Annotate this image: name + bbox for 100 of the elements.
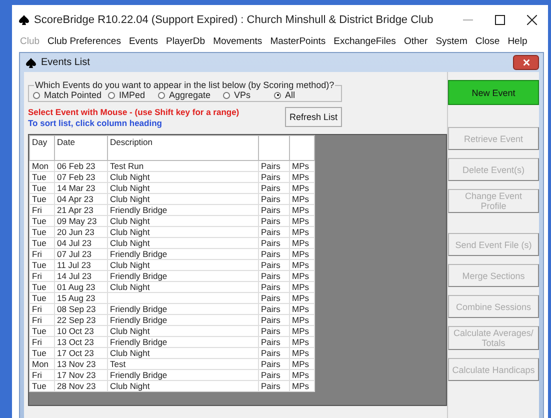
table-cell: Fri (30, 204, 54, 216)
spade-icon (26, 58, 36, 68)
table-cell: Club Night (108, 348, 258, 358)
menu-item[interactable]: Club Preferences (44, 36, 125, 47)
table-cell: Tue (30, 326, 54, 336)
table-cell: 14 Mar 23 (54, 182, 108, 194)
radio-option[interactable]: All (274, 90, 296, 100)
table-cell: Friendly Bridge (108, 270, 258, 282)
column-header[interactable]: Date (54, 136, 108, 160)
table-cell: 07 Feb 23 (54, 172, 108, 182)
close-button[interactable] (513, 55, 539, 70)
menu-item[interactable]: Help (504, 36, 532, 47)
table-cell: Club Night (108, 326, 258, 336)
spade-icon (19, 14, 29, 24)
table-cell: Club Night (108, 380, 258, 392)
table-cell: Pairs (258, 282, 290, 292)
table-cell: Pairs (258, 370, 290, 380)
group-label: Which Events do you want to appear in the list below (by Scoring method)? (34, 80, 336, 90)
window-title: ScoreBridge R10.22.04 (Support Expired) : Church Minshull & District Bridge Club (34, 14, 434, 26)
dialog-title: Events List (41, 57, 91, 68)
table-cell: Club Night (108, 216, 258, 226)
table-cell: Club Night (108, 238, 258, 248)
menu-item[interactable]: PlayerDb (162, 36, 210, 47)
table-cell: Tue (30, 182, 54, 194)
menu-item[interactable]: MasterPoints (266, 36, 330, 47)
table-cell: MPs (290, 270, 314, 282)
radio-option[interactable]: VPs (223, 90, 274, 100)
table-cell: Pairs (258, 348, 290, 358)
table-cell: Mon (30, 160, 54, 172)
table-cell: 13 Nov 23 (54, 358, 108, 370)
table-cell: Club Night (108, 226, 258, 238)
table-cell: MPs (290, 238, 314, 248)
table-cell: MPs (290, 204, 314, 216)
table-cell: Friendly Bridge (108, 370, 258, 380)
table-cell: MPs (290, 160, 314, 172)
table-cell: Pairs (258, 248, 290, 260)
table-cell: Friendly Bridge (108, 336, 258, 348)
table-cell: Pairs (258, 204, 290, 216)
table-cell: 08 Sep 23 (54, 304, 108, 314)
table-cell: Club Night (108, 282, 258, 292)
radio-option[interactable]: IMPed (108, 90, 158, 100)
table-cell: Pairs (258, 172, 290, 182)
table-cell: Club Night (108, 182, 258, 194)
table-cell: Tue (30, 380, 54, 392)
table-cell: Pairs (258, 216, 290, 226)
table-cell: Fri (30, 304, 54, 314)
table-cell: Pairs (258, 326, 290, 336)
menu-item[interactable]: Other (400, 36, 432, 47)
table-cell: 06 Feb 23 (54, 160, 108, 172)
table-cell: Pairs (258, 226, 290, 238)
table-cell: Pairs (258, 314, 290, 326)
table-cell: Test (108, 358, 258, 370)
table-cell: Tue (30, 238, 54, 248)
table-cell: Friendly Bridge (108, 304, 258, 314)
table-cell: 17 Nov 23 (54, 370, 108, 380)
table-cell: 10 Oct 23 (54, 326, 108, 336)
table-cell: Pairs (258, 160, 290, 172)
menu-item[interactable]: System (432, 36, 472, 47)
menu-item[interactable]: ExchangeFiles (330, 36, 400, 47)
menu-item[interactable]: Movements (209, 36, 266, 47)
close-icon (522, 58, 530, 67)
column-header[interactable]: Description (108, 136, 258, 160)
radio-option[interactable]: Aggregate (158, 90, 223, 100)
table-cell: Pairs (258, 182, 290, 194)
refresh-button[interactable]: Refresh List (285, 107, 342, 127)
table-cell: Tue (30, 260, 54, 270)
table-cell: 17 Oct 23 (54, 348, 108, 358)
table-cell: MPs (290, 292, 314, 304)
table-cell: MPs (290, 216, 314, 226)
close-icon (527, 14, 537, 24)
table-cell: Fri (30, 370, 54, 380)
table-cell: MPs (290, 358, 314, 370)
column-header[interactable]: Day (30, 136, 54, 160)
table-cell: Tue (30, 216, 54, 226)
table-cell: Tue (30, 348, 54, 358)
table-cell: Mon (30, 358, 54, 370)
table-cell: 07 Jul 23 (54, 248, 108, 260)
table-cell: MPs (290, 182, 314, 194)
table-cell: Tue (30, 194, 54, 204)
table-cell: Friendly Bridge (108, 248, 258, 260)
instruction-text: To sort list, click column heading (28, 118, 163, 129)
table-cell: MPs (290, 194, 314, 204)
menu-item[interactable]: Events (124, 36, 162, 47)
table-cell: Pairs (258, 238, 290, 248)
radio-option[interactable]: Match Pointed (33, 90, 108, 100)
table-cell: Pairs (258, 304, 290, 314)
table-cell: 21 Apr 23 (54, 204, 108, 216)
action-button[interactable]: New Event (448, 80, 539, 105)
table-cell: Club Night (108, 194, 258, 204)
table-cell: Pairs (258, 260, 290, 270)
instruction-text: Select Event with Mouse - (use Shift key for a range) (28, 107, 240, 118)
table-cell: 11 Jul 23 (54, 260, 108, 270)
table-cell: Fri (30, 336, 54, 348)
table-cell: Tue (30, 292, 54, 304)
menu-item[interactable]: Close (471, 36, 504, 47)
table-cell: 09 May 23 (54, 216, 108, 226)
table-cell: 14 Jul 23 (54, 270, 108, 282)
table-cell: Club Night (108, 172, 258, 182)
table-cell: Friendly Bridge (108, 314, 258, 326)
table-cell: 15 Aug 23 (54, 292, 108, 304)
